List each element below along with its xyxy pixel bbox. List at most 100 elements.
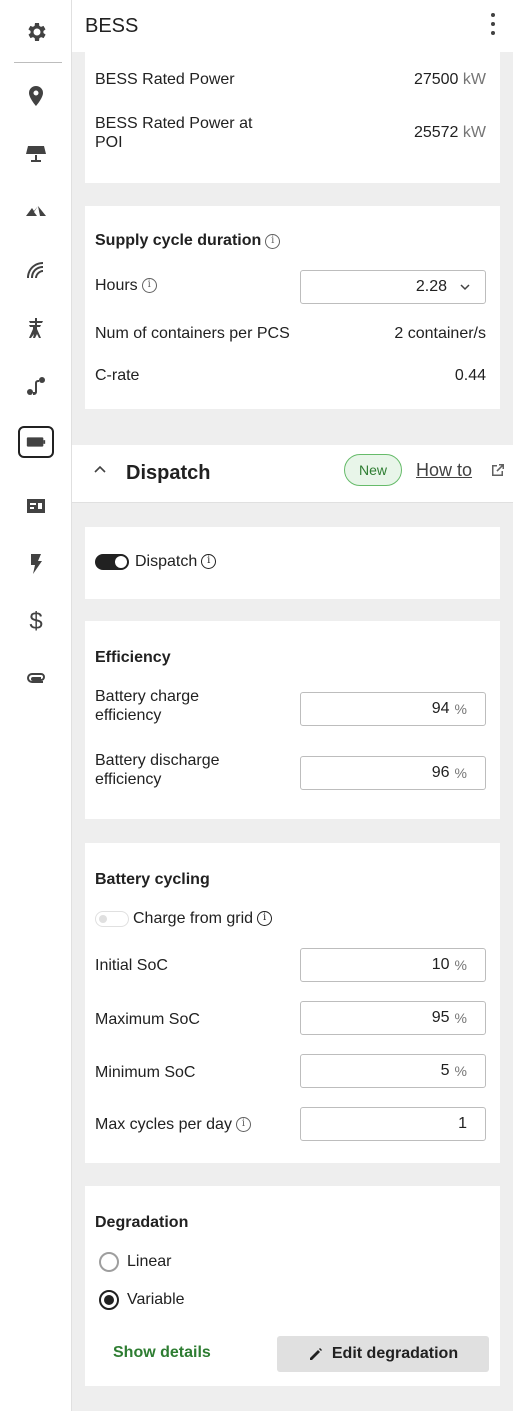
crate-row: C-rate 0.44 — [95, 366, 486, 385]
rail-divider — [14, 62, 62, 63]
transmission-tower-icon[interactable] — [14, 308, 58, 348]
degradation-actions: Show details Edit degradation — [85, 1336, 500, 1372]
id-card-icon[interactable] — [14, 486, 58, 526]
info-icon[interactable]: i — [265, 233, 281, 249]
content-area: BESS Rated Power 27500 kW BESS Rated Pow… — [72, 52, 513, 1411]
rated-power-row: BESS Rated Power 27500 kW — [95, 70, 486, 89]
icon-rail: $ — [0, 0, 72, 1411]
external-link-icon[interactable] — [490, 462, 506, 478]
containers-label: Num of containers per PCS — [95, 325, 290, 342]
rated-power-poi-value: 25572 — [413, 124, 459, 142]
rated-power-poi-value-group: 25572 kW — [414, 124, 486, 142]
max-cycles-label: Max cycles per day — [95, 1116, 232, 1133]
charge-eff-label-line1: Battery charge — [95, 688, 200, 705]
battery-icon[interactable] — [18, 426, 54, 458]
terrain-icon[interactable] — [14, 192, 58, 232]
rated-power-poi-row: BESS Rated Power at POI 25572 kW — [95, 114, 486, 152]
route-icon[interactable] — [14, 366, 58, 406]
power-card: BESS Rated Power 27500 kW BESS Rated Pow… — [85, 52, 500, 183]
location-pin-icon[interactable] — [14, 76, 58, 116]
efficiency-title-row: Efficiency — [95, 649, 486, 667]
rated-power-unit: kW — [462, 70, 486, 88]
percent-unit: % — [454, 765, 467, 781]
percent-unit: % — [454, 957, 467, 973]
discharge-efficiency-input[interactable]: 96 % — [300, 756, 486, 790]
rated-power-poi-unit: kW — [462, 124, 486, 142]
supply-cycle-title: Supply cycle duration — [95, 232, 262, 249]
percent-unit: % — [454, 701, 467, 717]
battery-cycling-card: Battery cycling Charge from grid i Initi… — [85, 843, 500, 1163]
wind-icon[interactable] — [14, 250, 58, 290]
discharge-eff-label-line1: Battery discharge — [95, 752, 220, 769]
supply-cycle-card: Supply cycle duration i Hours i 2.28 Num… — [85, 206, 500, 409]
dollar-glyph: $ — [29, 608, 43, 635]
linear-label: Linear — [127, 1253, 172, 1271]
battery-cycling-title: Battery cycling — [95, 871, 210, 888]
max-cycles-input[interactable]: 1 — [300, 1107, 486, 1141]
hours-value: 2.28 — [415, 278, 447, 295]
rated-power-label: BESS Rated Power — [95, 71, 235, 88]
degradation-title: Degradation — [95, 1214, 189, 1231]
edit-degradation-label: Edit degradation — [331, 1345, 459, 1362]
more-menu-icon[interactable] — [487, 10, 499, 38]
info-icon[interactable]: i — [141, 278, 157, 294]
crate-value: 0.44 — [454, 366, 486, 384]
lightning-icon[interactable] — [14, 544, 58, 584]
efficiency-card: Efficiency Battery charge efficiency 94 … — [85, 621, 500, 819]
gear-icon[interactable] — [14, 12, 58, 52]
dispatch-toggle[interactable] — [95, 553, 129, 570]
containers-value: 2 container/s — [394, 324, 486, 342]
edit-degradation-button[interactable]: Edit degradation — [277, 1336, 489, 1372]
supply-title-row: Supply cycle duration i — [95, 232, 486, 250]
initial-soc-label: Initial SoC — [95, 957, 168, 974]
charge-eff-label: Battery charge efficiency — [95, 687, 199, 725]
paperclip-icon[interactable] — [14, 658, 58, 698]
discharge-eff-value: 96 — [431, 764, 450, 781]
initial-soc-input[interactable]: 10 % — [300, 948, 486, 982]
percent-unit: % — [454, 1010, 467, 1026]
discharge-eff-label-line2: efficiency — [95, 771, 162, 789]
containers-row: Num of containers per PCS 2 container/s — [95, 324, 486, 343]
linear-radio-row[interactable]: Linear — [99, 1252, 486, 1272]
chevron-up-icon[interactable] — [94, 464, 106, 476]
percent-unit: % — [454, 1063, 467, 1079]
chevron-down-icon — [460, 284, 470, 291]
rated-power-value-group: 27500 kW — [414, 71, 486, 89]
rated-power-value: 27500 — [413, 70, 459, 88]
cycling-title-row: Battery cycling — [95, 871, 486, 889]
charge-efficiency-input[interactable]: 94 % — [300, 692, 486, 726]
charge-eff-value: 94 — [431, 700, 450, 717]
degradation-card: Degradation Linear Variable Show details… — [85, 1186, 500, 1386]
panel-header: BESS — [72, 0, 513, 52]
rated-power-poi-label-line2: POI — [95, 134, 123, 152]
dispatch-section-header[interactable]: Dispatch New How to — [72, 445, 513, 503]
variable-label: Variable — [127, 1291, 185, 1309]
variable-radio-row[interactable]: Variable — [99, 1290, 486, 1310]
charge-from-grid-toggle[interactable] — [95, 910, 129, 927]
dispatch-toggle-row: Dispatch i — [95, 552, 486, 571]
app-root: $ BESS BESS Rated Power 27500 kW BESS Ra… — [0, 0, 513, 1411]
page-title: BESS — [85, 14, 139, 37]
charge-from-grid-row: Charge from grid i — [95, 909, 486, 928]
info-icon[interactable]: i — [257, 911, 273, 927]
min-soc-label: Minimum SoC — [95, 1064, 196, 1081]
info-icon[interactable]: i — [201, 554, 217, 570]
linear-radio[interactable] — [99, 1252, 119, 1272]
dispatch-toggle-card: Dispatch i — [85, 527, 500, 599]
min-soc-value: 5 — [440, 1062, 450, 1079]
dollar-icon[interactable]: $ — [14, 602, 58, 642]
info-icon[interactable]: i — [235, 1117, 251, 1133]
hours-label: Hours — [95, 277, 138, 294]
how-to-link[interactable]: How to — [416, 460, 472, 481]
max-cycles-value: 1 — [458, 1115, 467, 1132]
max-soc-label: Maximum SoC — [95, 1011, 200, 1028]
charge-eff-label-line2: efficiency — [95, 707, 162, 725]
show-details-link[interactable]: Show details — [113, 1344, 211, 1362]
max-soc-input[interactable]: 95 % — [300, 1001, 486, 1035]
degradation-title-row: Degradation — [95, 1214, 486, 1232]
hours-select[interactable]: 2.28 — [300, 270, 486, 304]
variable-radio[interactable] — [99, 1290, 119, 1310]
dispatch-title: Dispatch — [126, 462, 211, 484]
solar-panel-icon[interactable] — [14, 134, 58, 174]
min-soc-input[interactable]: 5 % — [300, 1054, 486, 1088]
